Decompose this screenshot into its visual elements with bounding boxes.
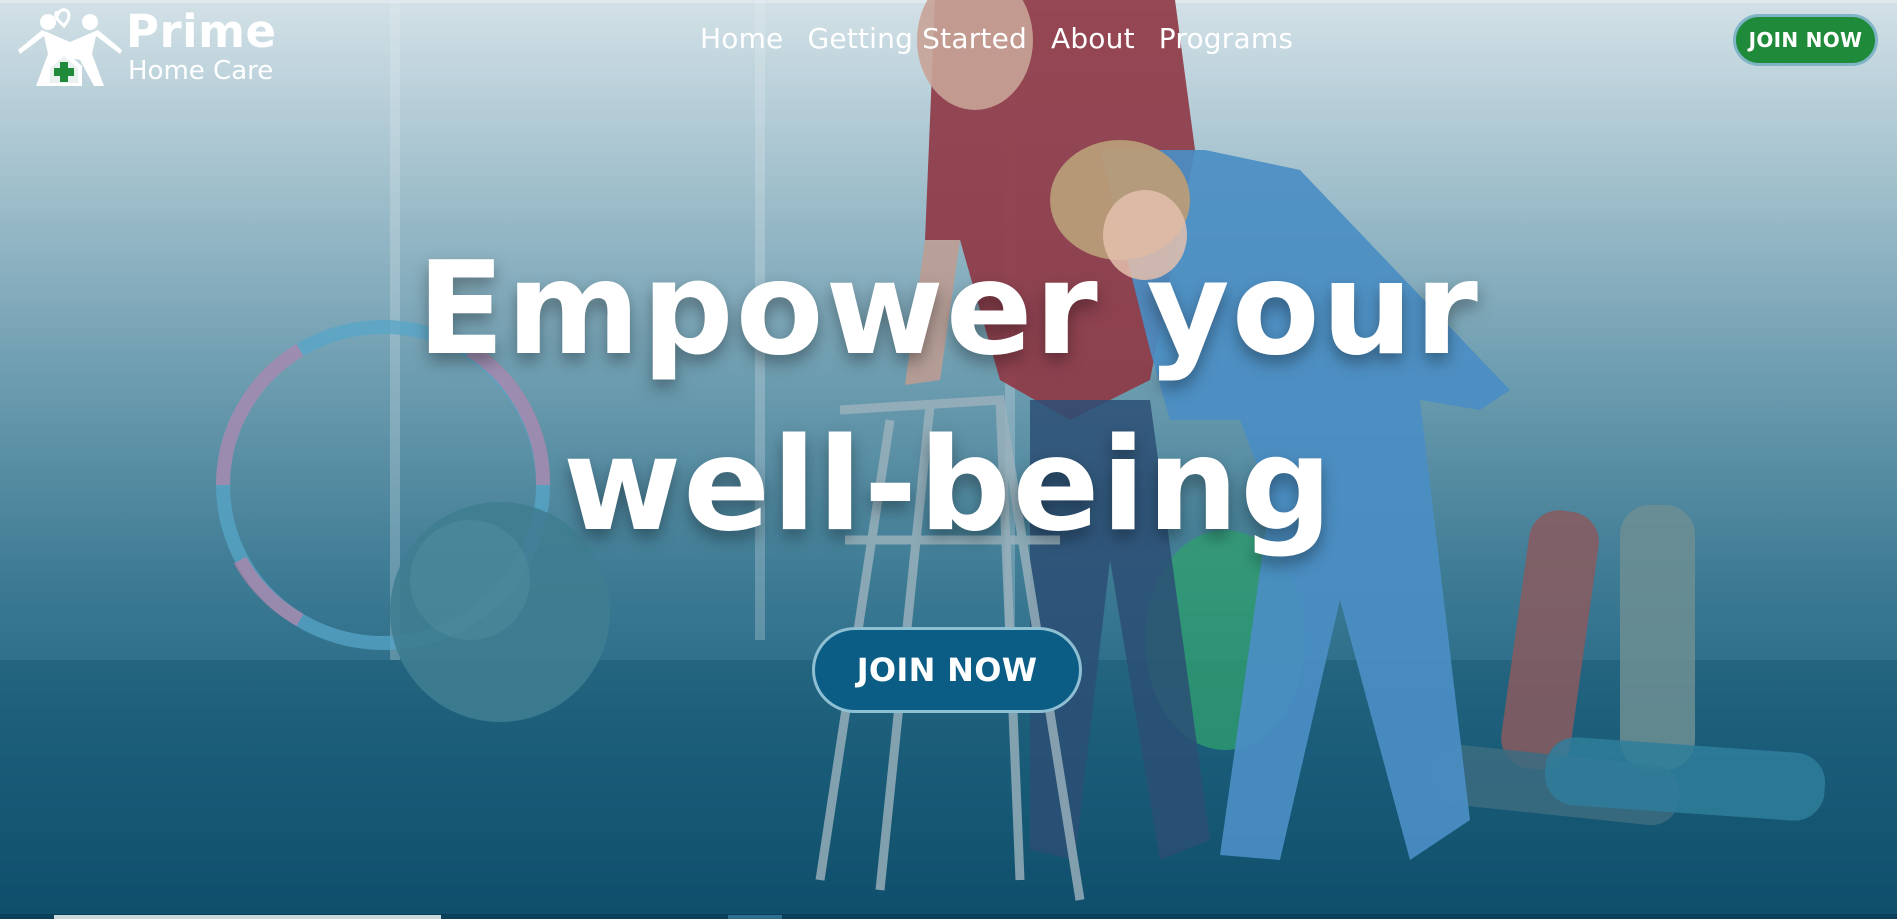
hero-headline-line-1: Empower your: [417, 235, 1480, 384]
people-house-cross-logo-icon: [18, 8, 122, 86]
nav-link-home[interactable]: Home: [700, 20, 784, 58]
brand-logo[interactable]: Prime Home Care: [18, 6, 288, 88]
nav-link-getting-started[interactable]: Getting Started: [808, 20, 1027, 58]
header-join-now-button[interactable]: JOIN NOW: [1733, 14, 1878, 66]
nav-link-about[interactable]: About: [1051, 20, 1135, 58]
scroll-indicator-secondary: [728, 915, 782, 919]
main-nav: Home Getting Started About Programs: [700, 20, 1293, 58]
scroll-indicator: [54, 915, 441, 919]
hero-section: Prime Home Care Home Getting Started Abo…: [0, 0, 1897, 919]
hero-headline-line-2: well-being: [563, 411, 1334, 560]
brand-tagline: Home Care: [128, 56, 274, 86]
hero-join-now-button[interactable]: JOIN NOW: [812, 627, 1082, 713]
nav-link-programs[interactable]: Programs: [1159, 20, 1293, 58]
brand-name: Prime: [126, 5, 277, 58]
hero-headline: Empower your well-being: [0, 222, 1897, 574]
